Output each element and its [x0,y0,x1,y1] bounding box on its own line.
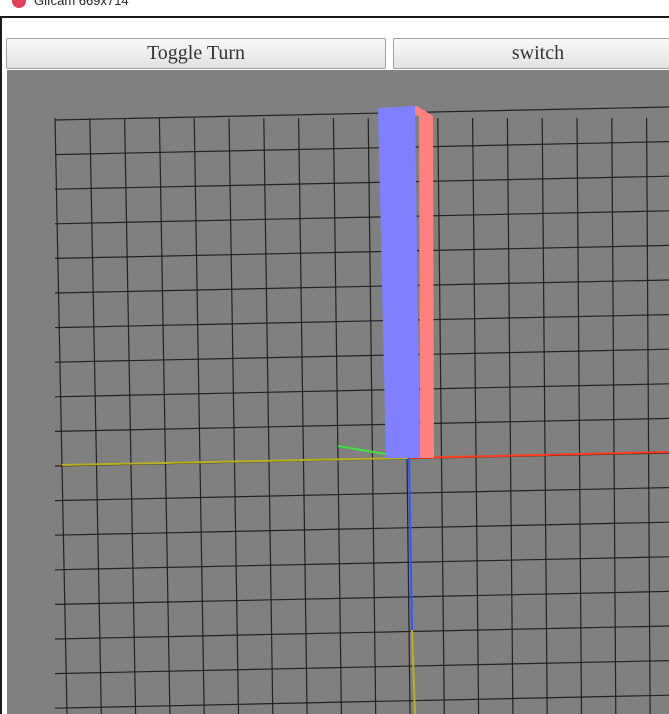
grid-line-horizontal [54,590,669,605]
grid-line-vertical [124,117,137,714]
window-title: Gifcam 669x714 [34,0,129,8]
grid-line-vertical [472,117,480,714]
grid-line-horizontal [54,279,669,294]
tall-box [378,106,434,458]
scene-svg [54,106,669,714]
axis-neg-x-line [61,457,410,466]
grid-line-horizontal [54,348,669,363]
toggle-turn-button[interactable]: Toggle Turn [6,38,386,69]
grid-line-vertical [645,117,651,714]
grid-line-vertical [298,117,308,714]
axis-x-line [408,451,669,459]
box-front-face [378,106,420,458]
grid-line-horizontal [54,521,669,536]
grid-line-horizontal [54,660,669,675]
axes-helper [61,445,669,714]
grid-line-vertical [437,117,445,714]
grid-line-vertical [228,117,240,714]
window-titlebar: Gifcam 669x714 [0,0,669,16]
grid-line-horizontal [54,556,669,571]
grid-line-horizontal [54,210,669,225]
grid-line-horizontal [54,314,669,329]
grid-line-horizontal [54,694,669,709]
grid-line-vertical [541,117,548,714]
grid-line-vertical [193,117,205,714]
axis-y-line [408,457,413,631]
ground-grid [54,106,669,714]
grid-line-vertical [89,117,102,714]
grid-line-horizontal [54,244,669,259]
grid-line-horizontal [54,417,669,432]
grid-line-vertical [54,117,68,714]
grid-line-vertical [576,117,583,714]
switch-button[interactable]: switch [393,38,669,69]
grid-line-horizontal [54,625,669,640]
grid-line-horizontal [54,383,669,398]
3d-viewport-canvas[interactable] [7,70,669,714]
grid-line-vertical [367,117,377,714]
axis-neg-y-line [411,629,416,714]
grid-line-horizontal [54,487,669,502]
grid-line-vertical [611,117,617,714]
grid-line-vertical [506,117,514,714]
gifcam-app-icon [12,0,26,8]
grid-line-vertical [263,117,274,714]
grid-line-vertical [332,117,342,714]
grid-line-vertical [158,117,171,714]
